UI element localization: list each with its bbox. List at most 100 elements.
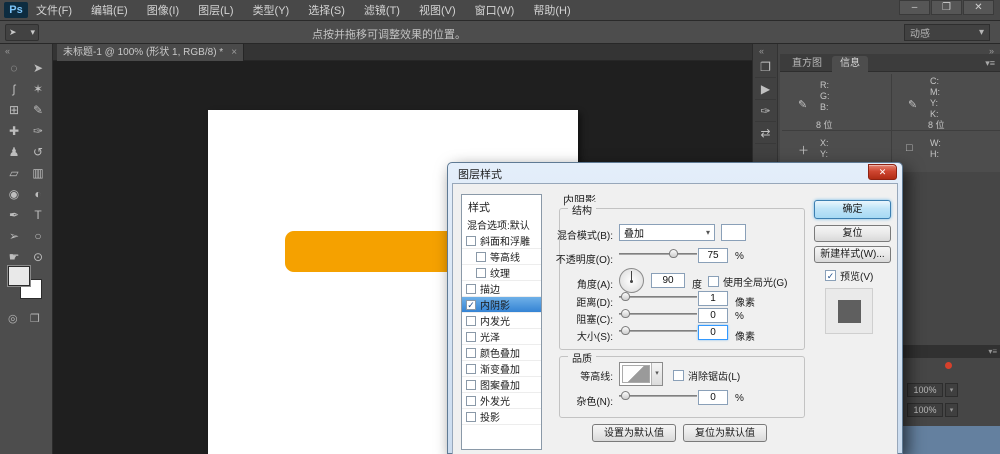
style-label: 内阴影	[480, 301, 510, 312]
style-checkbox-inner-glow[interactable]	[466, 315, 476, 326]
style-checkbox-outer-glow[interactable]	[466, 395, 476, 406]
quick-mask-icon[interactable]: ◎	[8, 312, 18, 325]
blend-mode-dropdown[interactable]: 叠加 ▾	[619, 224, 715, 241]
zoom-tool[interactable]: ⊙	[26, 247, 50, 268]
opacity-slider[interactable]	[619, 248, 697, 259]
menu-image[interactable]: 图像(I)	[147, 2, 179, 18]
brush-tool[interactable]: ✑	[26, 121, 50, 142]
angle-input[interactable]	[651, 273, 685, 288]
path-selection-tool[interactable]: ➢	[2, 226, 26, 247]
info-label: H:	[930, 149, 939, 159]
clone-source-panel-icon[interactable]: ⇄	[755, 122, 776, 144]
size-slider[interactable]	[619, 325, 697, 336]
restore-button[interactable]: ❐	[931, 0, 962, 15]
style-item-drop-shadow[interactable]: 投影	[462, 409, 541, 425]
choke-slider[interactable]	[619, 308, 697, 319]
use-global-light-checkbox[interactable]	[708, 276, 719, 287]
history-brush-tool[interactable]: ↺	[26, 142, 50, 163]
toolbar-collapse-icon[interactable]: «	[5, 46, 10, 56]
distance-input[interactable]	[698, 291, 728, 306]
menu-edit[interactable]: 编辑(E)	[91, 2, 128, 18]
menu-file[interactable]: 文件(F)	[36, 2, 72, 18]
pen-tool[interactable]: ✒	[2, 205, 26, 226]
elliptical-marquee-tool[interactable]: ◌	[2, 58, 26, 79]
anti-alias-checkbox[interactable]	[673, 370, 684, 381]
size-input[interactable]	[698, 325, 728, 340]
healing-brush-tool[interactable]: ✚	[2, 121, 26, 142]
shape-tool[interactable]: ○	[26, 226, 50, 247]
brush-panel-icon[interactable]: ✑	[755, 100, 776, 122]
style-checkbox-inner-shadow[interactable]	[466, 299, 476, 310]
menu-select[interactable]: 选择(S)	[308, 2, 345, 18]
move-tool[interactable]: ➤	[26, 58, 50, 79]
magic-wand-tool[interactable]: ✶	[26, 79, 50, 100]
menu-help[interactable]: 帮助(H)	[533, 2, 570, 18]
dodge-tool[interactable]: ◐	[26, 184, 50, 205]
style-checkbox-drop-shadow[interactable]	[466, 411, 476, 422]
reset-default-button[interactable]: 复位为默认值	[683, 424, 767, 442]
make-default-button[interactable]: 设置为默认值	[592, 424, 676, 442]
style-checkbox-gradient-overlay[interactable]	[466, 363, 476, 374]
distance-slider[interactable]	[619, 291, 697, 302]
menu-type[interactable]: 类型(Y)	[253, 2, 290, 18]
opacity-value[interactable]: 100%	[907, 383, 943, 397]
noise-input[interactable]	[698, 390, 728, 405]
menu-view[interactable]: 视图(V)	[419, 2, 456, 18]
tab-close-icon[interactable]: ×	[231, 44, 237, 61]
noise-slider[interactable]	[619, 390, 697, 401]
eyedropper-tool[interactable]: ✎	[26, 100, 50, 121]
minimize-button[interactable]: –	[899, 0, 930, 15]
reset-button[interactable]: 复位	[814, 225, 891, 242]
tab-info[interactable]: 信息	[832, 56, 868, 72]
style-checkbox-satin[interactable]	[466, 331, 476, 342]
contour-picker[interactable]: ▾	[619, 362, 663, 386]
new-style-button[interactable]: 新建样式(W)...	[814, 246, 891, 263]
workspace-switcher[interactable]: 动感 ▾	[904, 24, 990, 41]
document-tab[interactable]: 未标题-1 @ 100% (形状 1, RGB/8) * ×	[57, 44, 245, 61]
panel-menu-icon[interactable]: ▾≡	[988, 347, 997, 356]
screen-mode-icon[interactable]: ❒	[30, 312, 40, 325]
strip-collapse-icon[interactable]: «	[759, 46, 764, 56]
chevron-down-icon[interactable]: ▾	[945, 403, 958, 417]
anti-alias-label: 消除锯齿(L)	[688, 372, 741, 383]
type-tool[interactable]: T	[26, 205, 50, 226]
menu-window[interactable]: 窗口(W)	[475, 2, 515, 18]
blur-tool[interactable]: ◉	[2, 184, 26, 205]
contour-thumbnail	[622, 365, 650, 383]
choke-input[interactable]	[698, 308, 728, 323]
shadow-color-swatch[interactable]	[721, 224, 746, 241]
preview-checkbox[interactable]	[825, 270, 836, 281]
history-panel-icon[interactable]: ❐	[755, 56, 776, 78]
style-checkbox-stroke[interactable]	[466, 283, 476, 294]
dialog-close-button[interactable]: ✕	[868, 164, 897, 180]
hand-tool[interactable]: ☛	[2, 247, 26, 268]
foreground-color-swatch[interactable]	[7, 265, 31, 287]
ok-button[interactable]: 确定	[814, 200, 891, 219]
lasso-tool[interactable]: ʃ	[2, 79, 26, 100]
style-checkbox-bevel-emboss[interactable]	[466, 235, 476, 246]
chevron-down-icon[interactable]: ▾	[945, 383, 958, 397]
style-item-color-overlay[interactable]: 颜色叠加	[462, 345, 541, 361]
style-checkbox-contour[interactable]	[476, 251, 486, 262]
style-checkbox-color-overlay[interactable]	[466, 347, 476, 358]
panel-menu-icon[interactable]: ▾≡	[985, 58, 995, 69]
tab-histogram[interactable]: 直方图	[784, 56, 830, 72]
clone-stamp-tool[interactable]: ♟	[2, 142, 26, 163]
eraser-tool[interactable]: ▱	[2, 163, 26, 184]
gradient-tool[interactable]: ▥	[26, 163, 50, 184]
menu-filter[interactable]: 滤镜(T)	[364, 2, 400, 18]
opacity-input[interactable]	[698, 248, 728, 263]
angle-label: 角度(A):	[576, 280, 613, 291]
crop-tool[interactable]: ⊞	[2, 100, 26, 121]
distance-unit: 像素	[735, 298, 755, 309]
menu-layer[interactable]: 图层(L)	[198, 2, 233, 18]
style-checkbox-texture[interactable]	[476, 267, 486, 278]
actions-panel-icon[interactable]: ▶	[755, 78, 776, 100]
close-button[interactable]: ✕	[963, 0, 994, 15]
style-checkbox-pattern-overlay[interactable]	[466, 379, 476, 390]
tool-preset-picker[interactable]: ➤ ▾	[5, 24, 39, 41]
angle-dial[interactable]	[619, 268, 644, 293]
selected-layer-row[interactable]	[901, 426, 1000, 454]
move-tool-icon: ➤	[9, 27, 17, 37]
fill-value[interactable]: 100%	[907, 403, 943, 417]
